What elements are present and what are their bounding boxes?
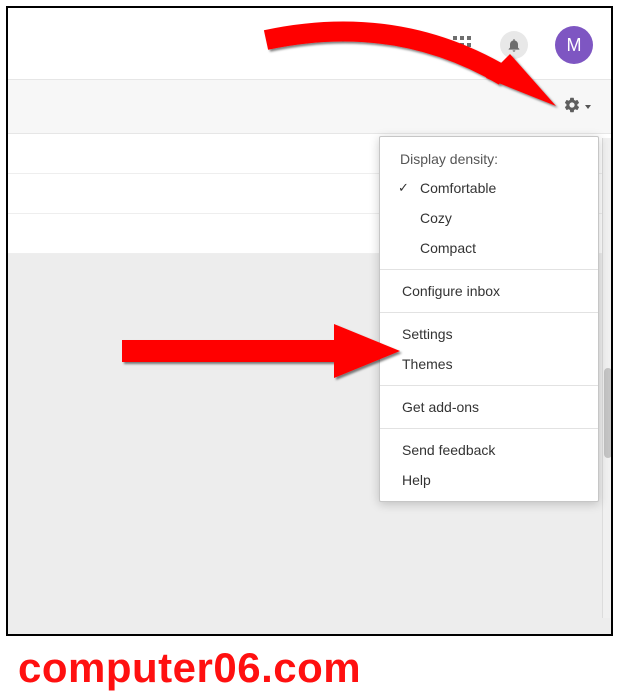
screenshot-frame: M Display density: Comfortable Cozy Comp…	[6, 6, 613, 636]
bell-icon	[500, 31, 528, 59]
settings-gear-button[interactable]	[557, 92, 595, 122]
watermark-text: computer06.com	[18, 644, 361, 692]
notifications-button[interactable]	[499, 30, 529, 60]
menu-separator	[380, 269, 598, 270]
account-avatar[interactable]: M	[555, 26, 593, 64]
menu-item-density-comfortable[interactable]: Comfortable	[380, 173, 598, 203]
vertical-scrollbar[interactable]	[602, 138, 612, 618]
menu-separator	[380, 385, 598, 386]
scrollbar-thumb[interactable]	[604, 368, 612, 458]
menu-item-density-cozy[interactable]: Cozy	[380, 203, 598, 233]
menu-section-header: Display density:	[380, 147, 598, 173]
menu-separator	[380, 428, 598, 429]
menu-item-configure-inbox[interactable]: Configure inbox	[380, 276, 598, 306]
top-bar: M	[8, 8, 611, 80]
menu-item-help[interactable]: Help	[380, 465, 598, 495]
apps-icon[interactable]	[447, 30, 477, 60]
gear-icon	[563, 96, 581, 119]
apps-grid-icon	[453, 36, 471, 54]
settings-dropdown-menu: Display density: Comfortable Cozy Compac…	[379, 136, 599, 502]
menu-separator	[380, 312, 598, 313]
menu-item-settings[interactable]: Settings	[380, 319, 598, 349]
toolbar	[8, 80, 611, 134]
caret-down-icon	[585, 105, 591, 109]
menu-item-send-feedback[interactable]: Send feedback	[380, 435, 598, 465]
menu-item-themes[interactable]: Themes	[380, 349, 598, 379]
menu-item-density-compact[interactable]: Compact	[380, 233, 598, 263]
menu-item-get-addons[interactable]: Get add-ons	[380, 392, 598, 422]
